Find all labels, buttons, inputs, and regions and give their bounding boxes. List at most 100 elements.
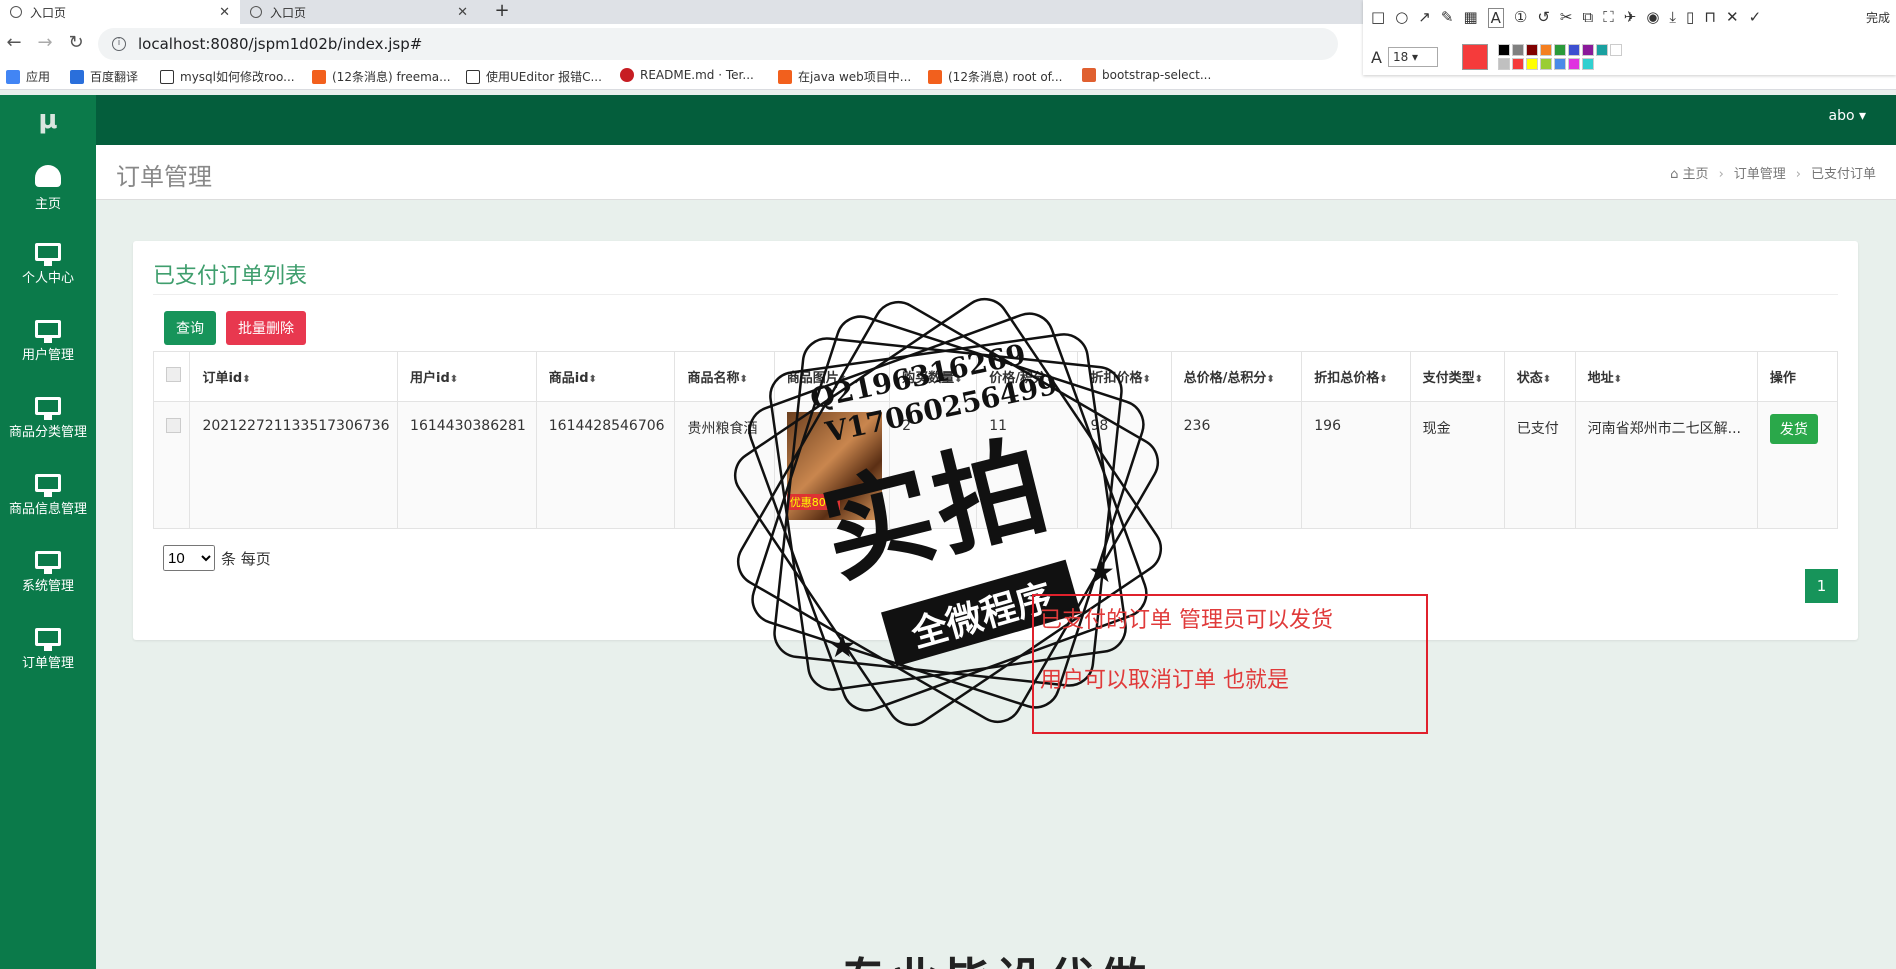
- select-all-checkbox[interactable]: [166, 367, 181, 382]
- text-tool-icon[interactable]: A: [1487, 8, 1504, 28]
- pin-tool-icon[interactable]: ✈: [1624, 8, 1637, 28]
- info-icon[interactable]: i: [112, 37, 126, 51]
- font-size-select[interactable]: 18 ▾: [1387, 47, 1438, 67]
- color-swatch[interactable]: [1497, 44, 1510, 56]
- crop-tool-icon[interactable]: ✂: [1560, 8, 1573, 28]
- current-color-swatch[interactable]: [1461, 44, 1488, 70]
- pagination-page-1[interactable]: 1: [1805, 569, 1838, 603]
- row-checkbox[interactable]: [166, 418, 181, 433]
- bookmark-item[interactable]: 在java web项目中...: [778, 68, 911, 85]
- undo-icon[interactable]: ↺: [1537, 8, 1550, 28]
- bookmark-item[interactable]: bootstrap-select...: [1082, 68, 1211, 82]
- bookmark-item[interactable]: 使用UEditor 报错C...: [466, 68, 602, 85]
- column-header[interactable]: 折扣价格⬍: [1077, 351, 1172, 402]
- close-icon[interactable]: ✕: [219, 5, 230, 20]
- query-button[interactable]: 查询: [164, 311, 216, 345]
- sidebar-item-home[interactable]: 主页: [0, 153, 96, 223]
- column-header[interactable]: 商品id⬍: [535, 351, 676, 402]
- sidebar-item-product[interactable]: 商品信息管理: [0, 462, 96, 532]
- sidebar-item-personal-center[interactable]: 个人中心: [0, 231, 96, 301]
- new-tab-plus-icon[interactable]: +: [490, 0, 514, 24]
- column-header-label: 地址: [1587, 371, 1614, 386]
- page-title: 订单管理: [116, 163, 212, 191]
- home-icon: ⌂: [1670, 167, 1679, 182]
- sidebar-item-system[interactable]: 系统管理: [0, 539, 96, 609]
- sort-icon: ⬍: [1474, 374, 1483, 385]
- color-swatch[interactable]: [1567, 44, 1580, 56]
- scan-tool-icon[interactable]: ⛶: [1603, 8, 1614, 28]
- chevron-right-icon: ›: [1795, 167, 1801, 182]
- sidebar-item-orders[interactable]: 订单管理: [0, 616, 96, 686]
- color-swatch[interactable]: [1581, 58, 1594, 70]
- color-swatch[interactable]: [1609, 44, 1622, 56]
- mosaic-tool-icon[interactable]: ▦: [1463, 8, 1477, 28]
- column-header[interactable]: 折扣总价格⬍: [1301, 351, 1411, 402]
- bookmark-item[interactable]: README.md · Ter...: [620, 68, 754, 82]
- arrow-tool-icon[interactable]: ↗: [1418, 8, 1431, 28]
- breadcrumb-home[interactable]: 主页: [1683, 167, 1709, 182]
- back-arrow-icon[interactable]: ←: [2, 32, 26, 53]
- batch-delete-button[interactable]: 批量删除: [226, 311, 306, 345]
- bookmark-item[interactable]: (12条消息) root of...: [928, 68, 1062, 85]
- annotation-textbox[interactable]: 已支付的订单 管理员可以发货 用户可以取消订单 也就是: [1032, 594, 1428, 734]
- user-menu[interactable]: abo ▾: [1828, 108, 1866, 124]
- done-button[interactable]: 完成: [1866, 9, 1890, 26]
- color-swatch[interactable]: [1595, 44, 1608, 56]
- gitee-icon: [620, 68, 634, 82]
- download-icon[interactable]: ⤓: [1669, 8, 1676, 28]
- column-header[interactable]: 订单id⬍: [189, 351, 399, 402]
- ellipse-tool-icon[interactable]: ○: [1395, 8, 1408, 28]
- color-swatch[interactable]: [1497, 58, 1510, 70]
- ocr-tool-icon[interactable]: ⧉: [1583, 8, 1594, 28]
- browser-tab-2[interactable]: 入口页 ✕: [240, 0, 478, 24]
- bookmark-apps[interactable]: 应用: [6, 68, 50, 85]
- close-icon[interactable]: ✕: [457, 5, 468, 20]
- color-palette[interactable]: [1497, 44, 1622, 70]
- pen-tool-icon[interactable]: ✎: [1441, 8, 1454, 28]
- bookmark-icon[interactable]: ⊓: [1704, 8, 1716, 28]
- forward-arrow-icon[interactable]: →: [33, 32, 57, 53]
- sidebar-item-category[interactable]: 商品分类管理: [0, 385, 96, 455]
- column-header[interactable]: 商品名称⬍: [674, 351, 775, 402]
- sidebar-item-label: 主页: [34, 197, 61, 212]
- reload-icon[interactable]: ↻: [64, 32, 88, 53]
- number-tool-icon[interactable]: ①: [1514, 8, 1527, 28]
- color-swatch[interactable]: [1525, 58, 1538, 70]
- color-swatch[interactable]: [1567, 58, 1580, 70]
- ship-button[interactable]: 发货: [1769, 414, 1818, 444]
- color-swatch[interactable]: [1553, 44, 1566, 56]
- bookmark-item[interactable]: (12条消息) freema...: [312, 68, 451, 85]
- bookmark-item[interactable]: 百度翻译: [70, 68, 138, 85]
- url-field[interactable]: i localhost:8080/jspm1d02b/index.jsp#: [98, 28, 1338, 60]
- color-swatch[interactable]: [1539, 44, 1552, 56]
- bookmark-label: README.md · Ter...: [640, 68, 754, 82]
- color-swatch[interactable]: [1511, 44, 1524, 56]
- column-header[interactable]: 支付类型⬍: [1409, 351, 1505, 402]
- color-swatch[interactable]: [1525, 44, 1538, 56]
- rectangle-tool-icon[interactable]: □: [1371, 8, 1385, 28]
- column-header[interactable]: 状态⬍: [1503, 351, 1576, 402]
- color-swatch[interactable]: [1581, 44, 1594, 56]
- browser-tab-1[interactable]: 入口页 ✕: [0, 0, 240, 24]
- cell-product-name: 贵州粮食酒: [674, 401, 775, 529]
- column-header[interactable]: 地址⬍: [1574, 351, 1758, 402]
- bookmark-item[interactable]: mysql如何修改roo...: [160, 68, 295, 85]
- phone-icon[interactable]: ▯: [1686, 8, 1694, 28]
- column-header[interactable]: 用户id⬍: [397, 351, 537, 402]
- cell-status: 已支付: [1503, 401, 1576, 529]
- close-icon[interactable]: ✕: [1726, 8, 1739, 28]
- column-header[interactable]: 总价格/总积分⬍: [1170, 351, 1303, 402]
- sort-icon: ⬍: [588, 374, 597, 385]
- color-swatch[interactable]: [1511, 58, 1524, 70]
- check-icon[interactable]: ✓: [1749, 8, 1762, 28]
- monitor-icon: [35, 243, 61, 266]
- column-header-label: 支付类型: [1422, 371, 1475, 386]
- sidebar-item-users[interactable]: 用户管理: [0, 308, 96, 378]
- annotation-line-2: 用户可以取消订单 也就是: [1040, 668, 1289, 693]
- breadcrumb-orders[interactable]: 订单管理: [1734, 167, 1786, 182]
- color-swatch[interactable]: [1553, 58, 1566, 70]
- page-size-control: 10 条 每页: [163, 545, 271, 571]
- record-icon[interactable]: ◉: [1646, 8, 1659, 28]
- page-size-select[interactable]: 10: [163, 545, 215, 571]
- color-swatch[interactable]: [1539, 58, 1552, 70]
